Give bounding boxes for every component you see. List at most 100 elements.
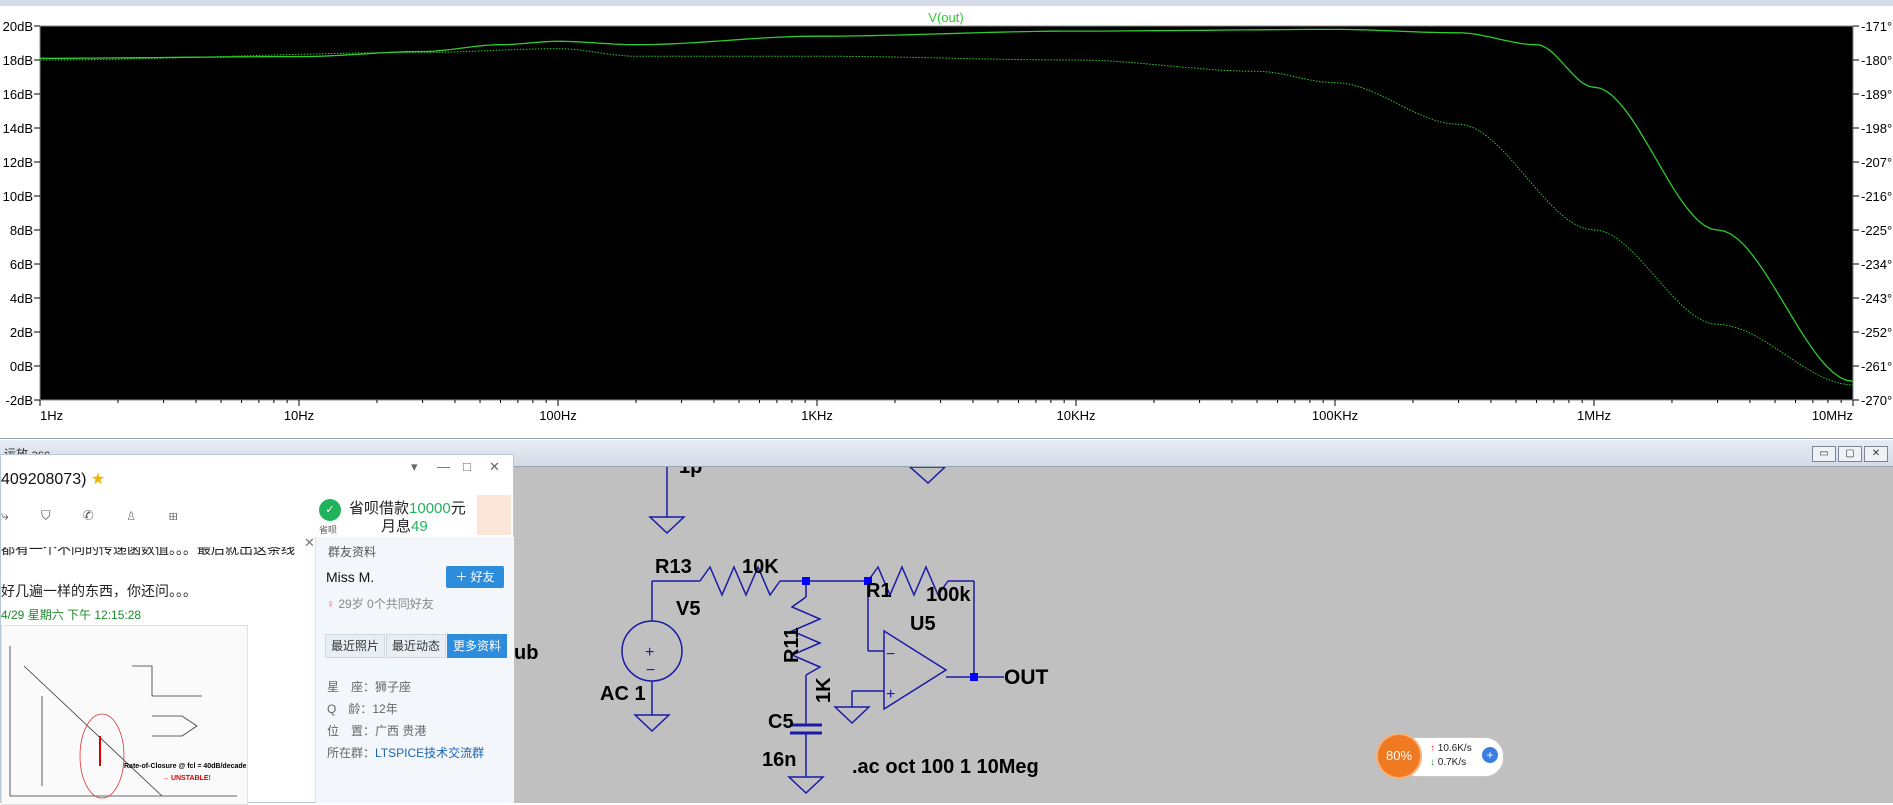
svg-text:−: − — [886, 646, 895, 663]
plus-icon: ＋ — [455, 570, 471, 584]
waveform-window: 20dB -171° 18dB -180° 16dB -189° 14dB -198° 12dB… — [0, 0, 1893, 439]
chat-message: 好几遍一样的东西，你还问。。。 — [1, 583, 197, 599]
close-icon[interactable]: ✕ — [489, 459, 500, 475]
network-speed-widget[interactable]: 80% ↑ 10.6K/s ↓ 0.7K/s + — [1376, 733, 1506, 779]
ad-mascot-icon — [477, 495, 511, 535]
y2-tick-label: -270° — [1861, 393, 1892, 408]
download-speed: ↓ 0.7K/s — [1430, 757, 1467, 768]
info-row-qage: Q 龄：12年 — [327, 702, 398, 716]
y2-tick-label: -225° — [1861, 223, 1892, 238]
spice-directive[interactable]: .ac oct 100 1 10Meg — [852, 756, 1039, 778]
x-tick-label: 1Hz — [40, 408, 63, 423]
section-label: 群友资料 — [328, 545, 377, 559]
x-tick-label: 1KHz — [801, 408, 833, 423]
y2-tick-label: -171° — [1861, 19, 1892, 34]
close-icon[interactable]: ✕ — [304, 535, 315, 551]
chat-message: 都有一个不同的传递函数值。。。最后就出这条线 — [1, 541, 295, 557]
memory-percent[interactable]: 80% — [1376, 733, 1422, 779]
label-r1-value[interactable]: 100k — [926, 584, 971, 606]
chat-image[interactable]: Rate-of-Closure @ fcl = 40dB/decade → UN… — [1, 625, 248, 805]
dropdown-icon[interactable]: ▾ — [411, 459, 418, 475]
member-name: Miss M. — [326, 569, 375, 585]
y-tick-label: 8dB — [10, 223, 33, 238]
minimize-button[interactable]: ▭ — [1812, 446, 1836, 462]
svg-text:−: − — [646, 662, 655, 679]
label-partial: ub — [514, 642, 538, 664]
y-tick-label: 20dB — [3, 19, 33, 34]
x-tick-label: 10KHz — [1056, 408, 1095, 423]
thumb-caption-warning: → UNSTABLE! — [162, 775, 211, 782]
label-u5[interactable]: U5 — [910, 613, 936, 635]
node-dot[interactable] — [802, 577, 810, 585]
minimize-icon[interactable]: — — [437, 459, 450, 474]
tab-recent-activity[interactable]: 最近动态 — [386, 634, 447, 658]
y2-tick-label: -261° — [1861, 359, 1892, 374]
y-tick-label: -2dB — [6, 393, 33, 408]
member-profile-sidebar: 群友资料 Miss M. ＋ 好友 ♀ 29岁 0个共同好友 — [315, 537, 514, 803]
maximize-button[interactable]: ▢ — [1838, 446, 1862, 462]
ground-symbol[interactable] — [833, 706, 871, 725]
x-tick-label: 100KHz — [1312, 408, 1358, 423]
y-tick-label: 12dB — [3, 155, 33, 170]
info-row-group: 所在群：LTSPICE技术交流群 — [327, 746, 485, 760]
y-tick-label: 16dB — [3, 87, 33, 102]
y-tick-label: 14dB — [3, 121, 33, 136]
chat-panel: 409208073) ★ ▾ — □ ✕ ⤷ ⛉ ✆ ♙ ⊞ 都有一个不同的传递… — [0, 454, 514, 805]
up-arrow-icon: ↑ — [1430, 743, 1435, 754]
tab-more-info[interactable]: 更多资料 — [447, 634, 508, 658]
info-row-zodiac: 星 座：狮子座 — [327, 680, 412, 694]
ground-symbol[interactable] — [633, 714, 671, 733]
thumb-caption: Rate-of-Closure @ fcl = 40dB/decade — [124, 763, 247, 770]
label-r11[interactable]: R11 — [781, 627, 803, 663]
svg-text:+: + — [886, 686, 895, 703]
y2-tick-label: -198° — [1861, 121, 1892, 136]
ad-app-name: 省呗 — [319, 525, 338, 535]
toolbar-icons[interactable]: ⤷ ⛉ ✆ ♙ ⊞ — [1, 507, 192, 524]
ground-symbol[interactable] — [648, 516, 686, 535]
y-tick-label: 18dB — [3, 53, 33, 68]
close-button[interactable]: ✕ — [1864, 446, 1888, 462]
label-r11-value[interactable]: 1K — [813, 677, 835, 703]
y2-tick-label: -216° — [1861, 189, 1892, 204]
ground-symbol[interactable] — [908, 467, 947, 485]
label-c5-value[interactable]: 16n — [762, 749, 796, 771]
bode-plot[interactable]: 20dB -171° 18dB -180° 16dB -189° 14dB -198° 12dB… — [0, 0, 1893, 438]
label-ac1[interactable]: AC 1 — [600, 683, 646, 705]
x-tick-label: 10Hz — [284, 408, 314, 423]
group-link[interactable]: LTSPICE技术交流群 — [375, 746, 484, 760]
y2-tick-label: -207° — [1861, 155, 1892, 170]
ad-subline: 月息49 — [381, 518, 428, 535]
label-r1[interactable]: R1 — [866, 580, 892, 602]
y-tick-label: 6dB — [10, 257, 33, 272]
boost-icon[interactable]: + — [1482, 747, 1498, 763]
label-cap-top[interactable]: 1p — [679, 467, 702, 478]
tab-recent-photos[interactable]: 最近照片 — [325, 634, 386, 658]
chat-title: 409208073) ★ — [1, 471, 106, 488]
label-out[interactable]: OUT — [1004, 666, 1049, 689]
label-v5[interactable]: V5 — [676, 598, 700, 620]
female-icon: ♀ — [326, 597, 335, 611]
y-tick-label: 2dB — [10, 325, 33, 340]
node-dot[interactable] — [970, 673, 978, 681]
info-row-location: 位 置：广西 贵港 — [327, 724, 427, 738]
label-r13-value[interactable]: 10K — [742, 556, 779, 578]
y2-tick-label: -252° — [1861, 325, 1892, 340]
ground-symbol[interactable] — [787, 776, 825, 795]
y2-tick-label: -189° — [1861, 87, 1892, 102]
svg-text:+: + — [645, 644, 654, 661]
label-r13[interactable]: R13 — [655, 556, 692, 578]
ad-banner[interactable]: ✓ 省呗 省呗借款10000元 月息49 — [315, 495, 513, 537]
member-meta: ♀ 29岁 0个共同好友 — [326, 597, 434, 611]
y-tick-label: 4dB — [10, 291, 33, 306]
star-icon[interactable]: ★ — [91, 471, 105, 488]
x-tick-label: 1MHz — [1577, 408, 1611, 423]
upload-speed: ↑ 10.6K/s — [1430, 743, 1472, 754]
y-tick-label: 10dB — [3, 189, 33, 204]
trace-label[interactable]: V(out) — [928, 10, 963, 25]
x-tick-label: 10MHz — [1812, 408, 1853, 423]
app-logo-icon: ✓ — [319, 499, 341, 521]
down-arrow-icon: ↓ — [1430, 757, 1435, 768]
add-friend-button[interactable]: ＋ 好友 — [446, 566, 504, 588]
maximize-icon[interactable]: □ — [463, 459, 471, 474]
label-c5[interactable]: C5 — [768, 711, 794, 733]
